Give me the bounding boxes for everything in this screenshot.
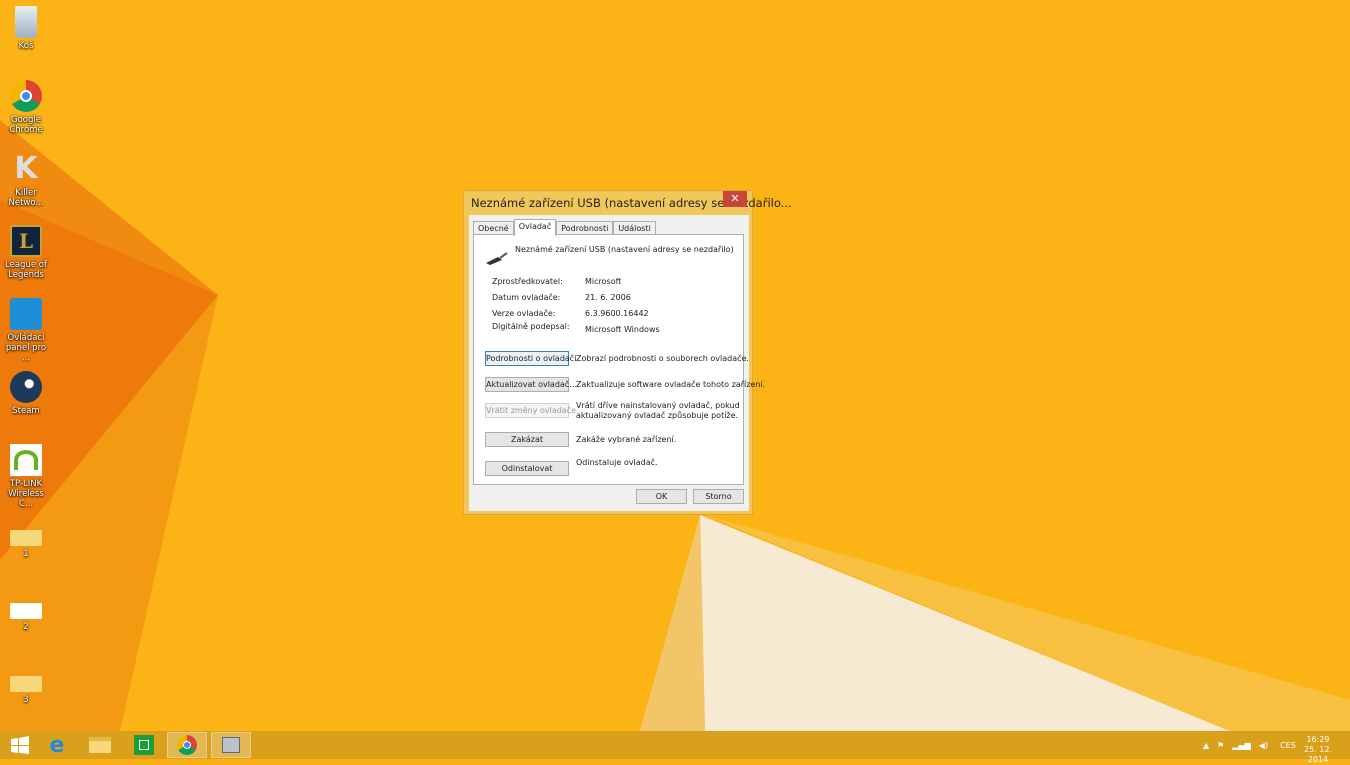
update-driver-button[interactable]: Aktualizovat ovladač...	[485, 377, 577, 392]
rollback-driver-desc: Vrátí dříve nainstalovaný ovladač, pokud	[576, 401, 740, 410]
system-tray: ▲ ⚑ ▂▄▆ ◀) CES	[1203, 731, 1296, 759]
taskbar: e ▲ ⚑ ▂▄▆ ◀) CES 16:29 25. 12. 2014	[0, 731, 1350, 764]
close-button[interactable]: ✕	[723, 191, 747, 207]
tp-link-icon	[10, 444, 42, 476]
ok-button[interactable]: OK	[636, 489, 687, 504]
desktop-icon-intel[interactable]: Ovládací panel pro ...	[2, 298, 50, 363]
driver-panel: Neznámé zařízení USB (nastavení adresy s…	[473, 234, 765, 485]
file-explorer-icon	[89, 737, 111, 753]
taskbar-explorer[interactable]	[80, 732, 120, 758]
tab-driver[interactable]: Ovladač	[513, 219, 557, 236]
clock[interactable]: 16:29 25. 12. 2014	[1296, 735, 1340, 765]
device-manager-icon	[222, 737, 240, 753]
driver-version-value: 6.3.9600.16442	[585, 309, 649, 318]
clock-date: 25. 12. 2014	[1304, 745, 1332, 764]
provider-label: Zprostředkovatel:	[492, 277, 563, 286]
taskbar-store[interactable]	[124, 732, 164, 758]
usb-device-icon	[486, 252, 508, 265]
taskbar-chrome[interactable]	[167, 732, 207, 758]
network-signal-icon[interactable]: ▂▄▆	[1232, 741, 1250, 750]
folder-icon	[10, 530, 42, 546]
start-button[interactable]	[0, 732, 40, 758]
taskbar-ie[interactable]: e	[37, 732, 77, 758]
store-icon	[134, 735, 154, 755]
desktop-icon-tplink[interactable]: TP-LINK Wireless C...	[2, 444, 50, 509]
driver-date-label: Datum ovladače:	[492, 293, 561, 302]
rollback-driver-button: Vrátit změny ovladače	[485, 403, 576, 418]
desktop-icon-steam[interactable]: Steam	[2, 371, 50, 416]
show-hidden-icons-button[interactable]: ▲	[1203, 741, 1209, 750]
driver-version-label: Verze ovladače:	[492, 309, 556, 318]
file-icon	[10, 603, 42, 619]
taskbar-device-manager[interactable]	[211, 732, 251, 758]
rollback-driver-desc-2: aktualizovaný ovladač způsobuje potíže.	[576, 411, 739, 420]
volume-icon[interactable]: ◀)	[1259, 741, 1268, 750]
chrome-icon	[177, 735, 197, 755]
killer-network-icon: K	[14, 151, 38, 186]
device-properties-dialog: Neznámé zařízení USB (nastavení adresy s…	[463, 190, 792, 515]
signer-value: Microsoft Windows	[585, 325, 660, 334]
league-of-legends-icon: L	[10, 225, 42, 257]
uninstall-button[interactable]: Odinstalovat	[485, 461, 569, 476]
signer-label: Digitálně podepsal:	[492, 322, 570, 331]
driver-details-button[interactable]: Podrobnosti o ovladači	[485, 351, 576, 366]
language-indicator[interactable]: CES	[1280, 741, 1296, 750]
driver-date-value: 21. 6. 2006	[585, 293, 631, 302]
desktop-icon-folder-3[interactable]: 3	[2, 676, 50, 705]
desktop-icon-chrome[interactable]: Google Chrome	[2, 80, 50, 135]
device-name: Neznámé zařízení USB (nastavení adresy s…	[515, 245, 734, 254]
action-center-flag-icon[interactable]: ⚑	[1217, 741, 1224, 750]
provider-value: Microsoft	[585, 277, 622, 286]
disable-button[interactable]: Zakázat	[485, 432, 569, 447]
clock-time: 16:29	[1306, 735, 1330, 744]
steam-icon	[10, 371, 42, 403]
tab-details[interactable]: Podrobnosti	[556, 221, 614, 235]
folder-icon	[10, 676, 42, 692]
windows-logo-icon	[11, 736, 29, 754]
driver-details-desc: Zobrazí podrobnosti o souborech ovladače…	[576, 354, 749, 363]
disable-desc: Zakáže vybrané zařízení.	[576, 435, 677, 444]
desktop-icon-folder-1[interactable]: 1	[2, 530, 50, 559]
uninstall-desc: Odinstaluje ovladač.	[576, 458, 658, 467]
cancel-button[interactable]: Storno	[693, 489, 744, 504]
desktop-icon-file-2[interactable]: 2	[2, 603, 50, 632]
chrome-icon	[10, 80, 42, 112]
tab-general[interactable]: Obecné	[473, 221, 514, 235]
internet-explorer-icon: e	[49, 732, 65, 758]
desktop-icon-recycle-bin[interactable]: Koš	[2, 6, 50, 51]
recycle-bin-icon	[15, 6, 37, 38]
desktop-icon-lol[interactable]: L League of Legends	[2, 225, 50, 280]
update-driver-desc: Zaktualizuje software ovladače tohoto za…	[576, 380, 766, 389]
desktop-icon-killer[interactable]: K Killer Netwo...	[2, 151, 50, 209]
tab-events[interactable]: Události	[613, 221, 656, 235]
intel-control-panel-icon	[10, 298, 42, 330]
